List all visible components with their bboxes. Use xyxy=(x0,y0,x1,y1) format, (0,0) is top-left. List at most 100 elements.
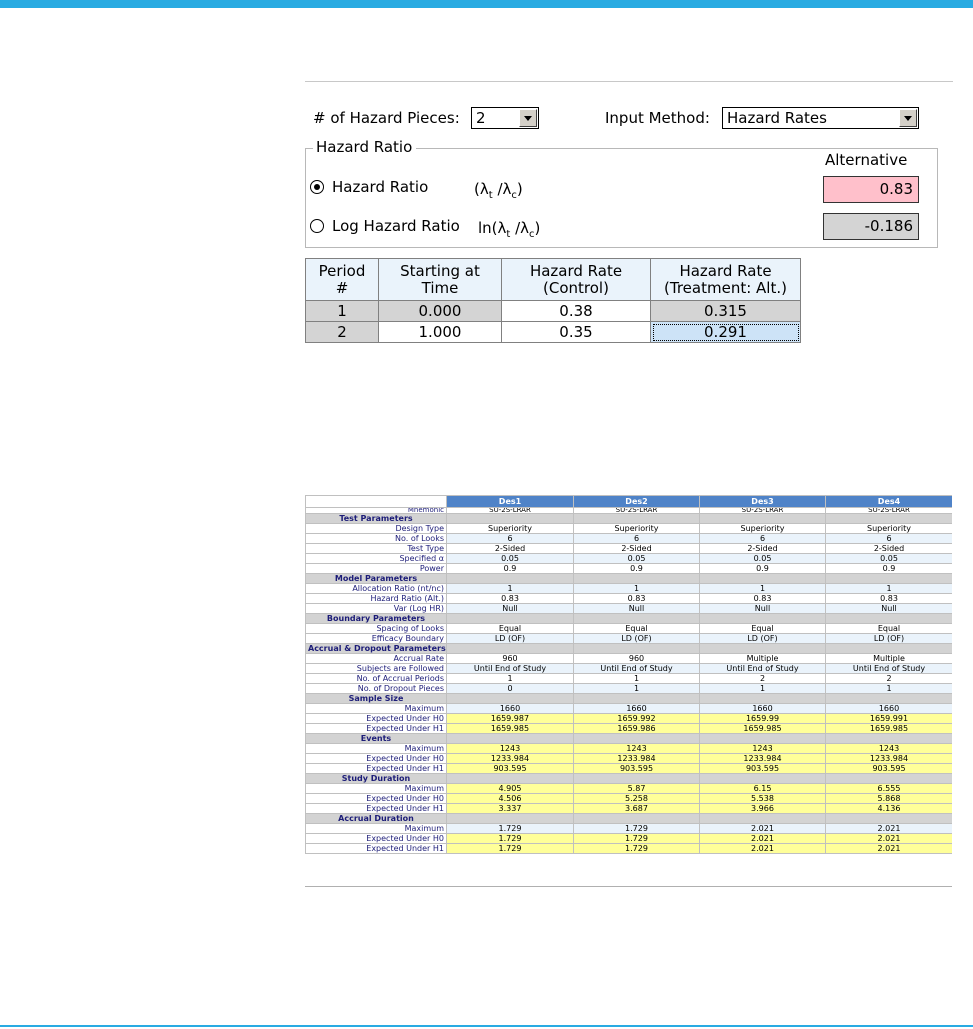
value-cell: 1659.987 xyxy=(446,713,574,724)
control-rate-cell[interactable]: 0.35 xyxy=(501,321,651,343)
value-cell xyxy=(446,613,574,624)
value-cell: 1.729 xyxy=(573,843,700,854)
value-cell: 0.05 xyxy=(825,553,952,564)
row-label: Test Type xyxy=(305,543,447,554)
table-row: Maximum 4.905 5.87 6.15 6.555 xyxy=(305,783,952,794)
value-cell: 2.021 xyxy=(825,843,952,854)
table-row: Maximum 1660 1660 1660 1660 xyxy=(305,703,952,714)
value-cell: 0.05 xyxy=(446,553,574,564)
row-label: No. of Accrual Periods xyxy=(305,673,447,684)
value-cell: 903.595 xyxy=(825,763,952,774)
hazard-ratio-radio[interactable] xyxy=(310,180,324,194)
value-cell: Until End of Study xyxy=(825,663,952,674)
start-time-cell: 0.000 xyxy=(378,300,502,322)
value-cell xyxy=(699,773,826,784)
value-cell: 1.729 xyxy=(573,833,700,844)
value-cell: 3.687 xyxy=(573,803,700,814)
value-cell xyxy=(825,813,952,824)
table-row: Design Type Superiority Superiority Superio… xyxy=(305,523,952,534)
input-method-dropdown[interactable]: Hazard Rates xyxy=(722,107,919,129)
table-row: Var (Log HR) Null Null Null Null xyxy=(305,603,952,614)
table-row: Subjects are Followed Until End of Study U… xyxy=(305,663,952,674)
table-row: Hazard Ratio (Alt.) 0.83 0.83 0.83 0.83 xyxy=(305,593,952,604)
row-label: Accrual Duration xyxy=(305,813,447,824)
chevron-down-icon[interactable] xyxy=(899,109,917,127)
row-label: Expected Under H0 xyxy=(305,713,447,724)
value-cell: 0.83 xyxy=(446,593,574,604)
value-cell xyxy=(699,513,826,524)
value-cell xyxy=(446,513,574,524)
table-row: Expected Under H1 3.337 3.687 3.966 4.136 xyxy=(305,803,952,814)
hazard-pieces-label: # of Hazard Pieces: xyxy=(313,109,460,127)
row-label: Model Parameters xyxy=(305,573,447,584)
value-cell: Multiple xyxy=(825,653,952,664)
value-cell xyxy=(446,733,574,744)
row-label: Expected Under H0 xyxy=(305,753,447,764)
value-cell: 1.729 xyxy=(573,823,700,834)
value-cell: 1660 xyxy=(699,703,826,714)
value-cell: LD (OF) xyxy=(825,633,952,644)
row-label: Expected Under H1 xyxy=(305,723,447,734)
table-row: Maximum 1.729 1.729 2.021 2.021 xyxy=(305,823,952,834)
hazard-ratio-option-label[interactable]: Hazard Ratio xyxy=(332,178,428,196)
value-cell: 4.506 xyxy=(446,793,574,804)
row-label: Maximum xyxy=(305,703,447,714)
value-cell xyxy=(699,613,826,624)
period-cell: 1 xyxy=(305,300,379,322)
row-label: Spacing of Looks xyxy=(305,623,447,634)
chevron-down-icon[interactable] xyxy=(519,109,537,127)
value-cell xyxy=(573,773,700,784)
value-cell: 1.729 xyxy=(446,843,574,854)
column-header-period: Period # xyxy=(305,258,379,301)
log-hazard-ratio-option-label[interactable]: Log Hazard Ratio xyxy=(332,217,460,235)
column-header-control-rate: Hazard Rate (Control) xyxy=(501,258,651,301)
row-label: Hazard Ratio (Alt.) xyxy=(305,593,447,604)
table-row: Spacing of Looks Equal Equal Equal Equal xyxy=(305,623,952,634)
value-cell: LD (OF) xyxy=(573,633,700,644)
value-cell: 6.555 xyxy=(825,783,952,794)
row-label: Expected Under H0 xyxy=(305,833,447,844)
value-cell: 2 xyxy=(825,673,952,684)
value-cell: 1 xyxy=(446,583,574,594)
hazard-pieces-dropdown[interactable]: 2 xyxy=(471,107,539,129)
row-label: Expected Under H1 xyxy=(305,763,447,774)
table-row: 2 1.000 0.35 0.291 xyxy=(305,321,801,343)
value-cell: Until End of Study xyxy=(446,663,574,674)
table-row: Expected Under H0 1233.984 1233.984 1233.98… xyxy=(305,753,952,764)
value-cell: 5.868 xyxy=(825,793,952,804)
value-cell: 6 xyxy=(446,533,574,544)
table-row: No. of Dropout Pieces 0 1 1 1 xyxy=(305,683,952,694)
table-row: Expected Under H0 1.729 1.729 2.021 2.021 xyxy=(305,833,952,844)
log-hazard-ratio-radio[interactable] xyxy=(310,219,324,233)
value-cell: 3.337 xyxy=(446,803,574,814)
section-header-row: Accrual & Dropout Parameters xyxy=(305,643,952,654)
value-cell xyxy=(573,813,700,824)
value-cell: 1 xyxy=(446,673,574,684)
treatment-rate-cell: 0.315 xyxy=(650,300,801,322)
start-time-cell[interactable]: 1.000 xyxy=(378,321,502,343)
value-cell xyxy=(699,573,826,584)
section-header-row: Test Parameters xyxy=(305,513,952,524)
table-row: Expected Under H1 1.729 1.729 2.021 2.021 xyxy=(305,843,952,854)
table-row: Expected Under H1 903.595 903.595 903.595 90… xyxy=(305,763,952,774)
hazard-ratio-input[interactable]: 0.83 xyxy=(823,176,919,203)
value-cell: LD (OF) xyxy=(446,633,574,644)
alternative-column-header: Alternative xyxy=(825,151,908,169)
value-cell: Null xyxy=(699,603,826,614)
row-label: Maximum xyxy=(305,743,447,754)
treatment-rate-cell-selected[interactable]: 0.291 xyxy=(650,321,801,343)
table-row: Allocation Ratio (nt/nc) 1 1 1 1 xyxy=(305,583,952,594)
value-cell: 960 xyxy=(573,653,700,664)
hazard-pieces-value: 2 xyxy=(476,109,486,127)
value-cell: 1.729 xyxy=(446,823,574,834)
value-cell: 1659.991 xyxy=(825,713,952,724)
value-cell xyxy=(573,513,700,524)
value-cell: Multiple xyxy=(699,653,826,664)
table-row: No. of Accrual Periods 1 1 2 2 xyxy=(305,673,952,684)
value-cell: 2.021 xyxy=(825,833,952,844)
control-rate-cell[interactable]: 0.38 xyxy=(501,300,651,322)
value-cell: 4.136 xyxy=(825,803,952,814)
design-column-header: Des2 xyxy=(573,495,700,508)
value-cell: 6 xyxy=(825,533,952,544)
value-cell: 1.729 xyxy=(446,833,574,844)
